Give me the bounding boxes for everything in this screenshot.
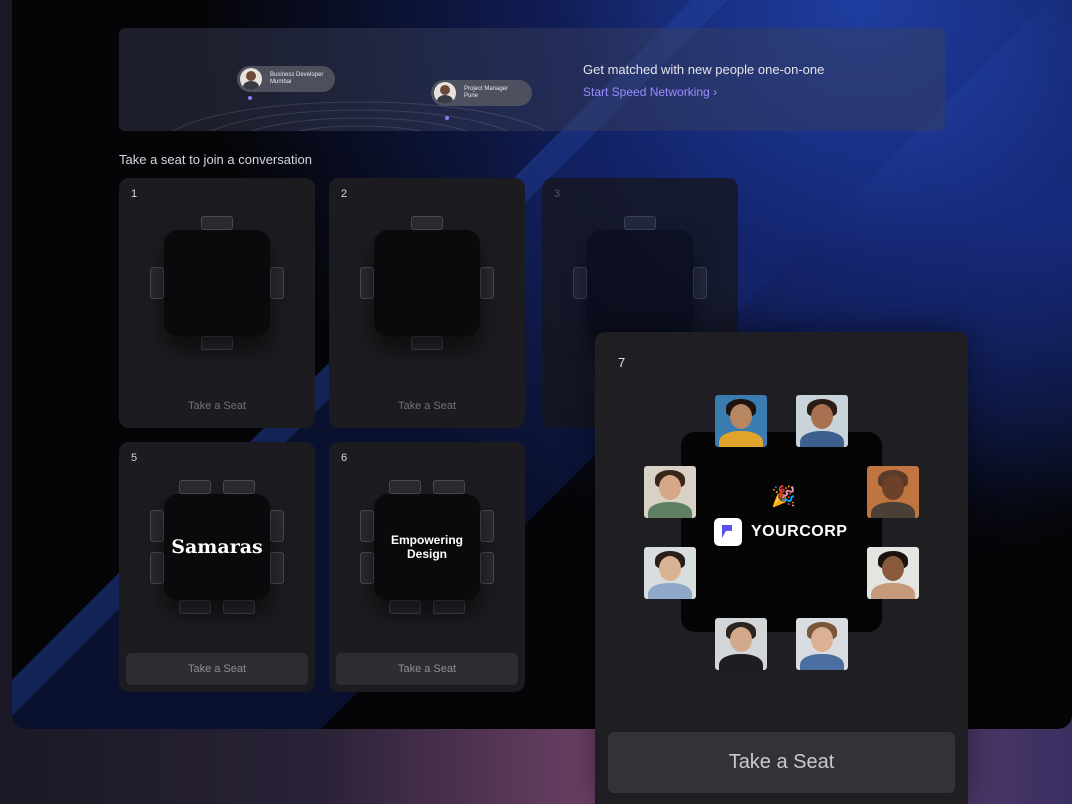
chair <box>270 510 284 542</box>
participant-avatar[interactable] <box>644 547 696 599</box>
chair <box>411 216 443 230</box>
take-seat-button[interactable]: Take a Seat <box>126 653 308 685</box>
party-popper-icon: 🎉 <box>771 486 796 508</box>
table: Samaras <box>164 494 270 600</box>
chair <box>360 267 374 299</box>
chair <box>201 216 233 230</box>
section-title: Take a seat to join a conversation <box>119 152 312 167</box>
chair <box>389 600 421 614</box>
chair <box>360 510 374 542</box>
body <box>871 583 915 599</box>
profile-city: Mumbai <box>270 79 292 85</box>
table-7-popup[interactable]: 7 🎉 YOURCORP Take a Seat <box>595 332 968 804</box>
table-card-1[interactable]: 1 Take a Seat <box>119 178 315 428</box>
chair <box>150 510 164 542</box>
chair <box>360 552 374 584</box>
speed-networking-banner[interactable]: Business Developer Mumbai Project Manage… <box>119 28 945 131</box>
body <box>648 502 692 518</box>
table-number: 7 <box>618 355 626 370</box>
table-number: 5 <box>131 452 138 464</box>
table-number: 2 <box>341 188 348 200</box>
chair <box>480 510 494 542</box>
body <box>800 431 844 447</box>
avatar <box>434 82 456 104</box>
chair <box>150 267 164 299</box>
participant-avatar[interactable] <box>796 395 848 447</box>
chair <box>573 267 587 299</box>
face <box>730 404 752 429</box>
face <box>730 627 752 652</box>
chair <box>223 600 255 614</box>
chair <box>411 336 443 350</box>
chair <box>179 480 211 494</box>
table <box>587 230 693 336</box>
profile-pill-project-manager: Project Manager Pune <box>431 80 532 106</box>
profile-role: Project Manager <box>464 86 509 92</box>
table-number: 1 <box>131 188 138 200</box>
table-card-6[interactable]: 6 Empowering Design Take a Seat <box>329 442 525 692</box>
table-number: 3 <box>554 188 561 200</box>
take-seat-button[interactable]: Take a Seat <box>608 732 955 793</box>
chair <box>270 267 284 299</box>
chair <box>201 336 233 350</box>
table-logo-samaras: Samaras <box>171 536 263 558</box>
participant-avatar[interactable] <box>867 547 919 599</box>
start-speed-networking-link[interactable]: Start Speed Networking › <box>583 85 717 99</box>
participant-avatar[interactable] <box>644 466 696 518</box>
table <box>164 230 270 336</box>
body <box>871 502 915 518</box>
table: Empowering Design <box>374 494 480 600</box>
table-card-5[interactable]: 5 Samaras Take a Seat <box>119 442 315 692</box>
participant-avatar[interactable] <box>715 618 767 670</box>
chair <box>480 552 494 584</box>
take-seat-button[interactable]: Take a Seat <box>336 653 518 685</box>
face <box>882 556 904 581</box>
chair <box>433 600 465 614</box>
chair <box>389 480 421 494</box>
profile-city: Pune <box>464 93 479 99</box>
take-seat-label[interactable]: Take a Seat <box>329 400 525 412</box>
profile-pill-business-developer: Business Developer Mumbai <box>237 66 336 92</box>
face <box>811 404 833 429</box>
chair <box>433 480 465 494</box>
participant-avatar[interactable] <box>796 618 848 670</box>
banner-title: Get matched with new people one-on-one <box>583 62 825 77</box>
table: 🎉 YOURCORP <box>681 432 882 632</box>
table <box>374 230 480 336</box>
body <box>719 654 763 670</box>
orbit-dot <box>445 116 449 120</box>
yourcorp-logo-icon <box>714 518 742 546</box>
brand-logo: YOURCORP <box>714 518 847 546</box>
body <box>648 583 692 599</box>
avatar <box>240 68 262 90</box>
face <box>659 475 681 500</box>
chair <box>270 552 284 584</box>
table-number: 6 <box>341 452 348 464</box>
table-label-empowering-design: Empowering Design <box>390 533 463 561</box>
chair <box>693 267 707 299</box>
chair <box>150 552 164 584</box>
face <box>882 475 904 500</box>
face <box>659 556 681 581</box>
face <box>811 627 833 652</box>
table-card-2[interactable]: 2 Take a Seat <box>329 178 525 428</box>
chair <box>179 600 211 614</box>
profile-role: Business Developer <box>270 72 324 78</box>
body <box>719 431 763 447</box>
body <box>800 654 844 670</box>
orbit-dot <box>248 96 252 100</box>
brand-name: YOURCORP <box>751 523 848 540</box>
participant-avatar[interactable] <box>867 466 919 518</box>
participant-avatar[interactable] <box>715 395 767 447</box>
chair <box>624 216 656 230</box>
chair <box>480 267 494 299</box>
take-seat-label[interactable]: Take a Seat <box>119 400 315 412</box>
chair <box>223 480 255 494</box>
